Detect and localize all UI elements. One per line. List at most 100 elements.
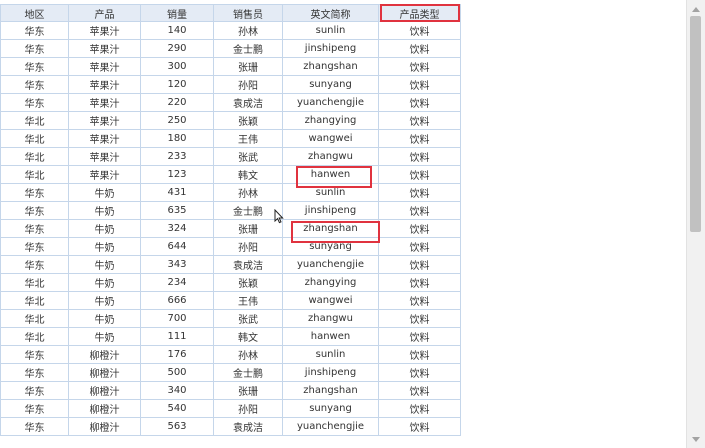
cell-product[interactable]: 柳橙汁 <box>68 417 141 436</box>
cell-region[interactable]: 华北 <box>0 309 69 328</box>
cell-english-name[interactable]: jinshipeng <box>282 363 379 382</box>
cell-region[interactable]: 华北 <box>0 327 69 346</box>
cell-salesperson[interactable]: 韩文 <box>213 165 283 184</box>
cell-sales[interactable]: 290 <box>140 39 214 58</box>
cell-product-type[interactable]: 饮料 <box>378 147 461 166</box>
cell-sales[interactable]: 120 <box>140 75 214 94</box>
cell-region[interactable]: 华东 <box>0 363 69 382</box>
cell-sales[interactable]: 700 <box>140 309 214 328</box>
cell-region[interactable]: 华东 <box>0 183 69 202</box>
cell-region[interactable]: 华东 <box>0 255 69 274</box>
cell-salesperson[interactable]: 王伟 <box>213 129 283 148</box>
cell-region[interactable]: 华东 <box>0 399 69 418</box>
cell-salesperson[interactable]: 张武 <box>213 309 283 328</box>
cell-english-name[interactable]: sunlin <box>282 345 379 364</box>
vertical-scrollbar[interactable] <box>686 0 705 448</box>
cell-product[interactable]: 苹果汁 <box>68 111 141 130</box>
cell-product-type[interactable]: 饮料 <box>378 237 461 256</box>
cell-product-type[interactable]: 饮料 <box>378 255 461 274</box>
cell-product-type[interactable]: 饮料 <box>378 291 461 310</box>
cell-english-name[interactable]: zhangshan <box>282 219 379 238</box>
cell-salesperson[interactable]: 袁成洁 <box>213 417 283 436</box>
cell-region[interactable]: 华东 <box>0 201 69 220</box>
cell-english-name[interactable]: hanwen <box>282 327 379 346</box>
cell-product[interactable]: 柳橙汁 <box>68 345 141 364</box>
cell-salesperson[interactable]: 金士鹏 <box>213 39 283 58</box>
header-salesperson[interactable]: 销售员 <box>213 4 283 22</box>
cell-english-name[interactable]: zhangying <box>282 111 379 130</box>
cell-product-type[interactable]: 饮料 <box>378 111 461 130</box>
cell-sales[interactable]: 180 <box>140 129 214 148</box>
cell-salesperson[interactable]: 张珊 <box>213 219 283 238</box>
cell-product[interactable]: 牛奶 <box>68 255 141 274</box>
cell-product[interactable]: 牛奶 <box>68 291 141 310</box>
cell-english-name[interactable]: zhangying <box>282 273 379 292</box>
cell-region[interactable]: 华北 <box>0 147 69 166</box>
cell-product[interactable]: 苹果汁 <box>68 39 141 58</box>
cell-english-name[interactable]: hanwen <box>282 165 379 184</box>
cell-english-name[interactable]: jinshipeng <box>282 201 379 220</box>
cell-sales[interactable]: 340 <box>140 381 214 400</box>
cell-product-type[interactable]: 饮料 <box>378 399 461 418</box>
cell-english-name[interactable]: jinshipeng <box>282 39 379 58</box>
cell-sales[interactable]: 233 <box>140 147 214 166</box>
cell-product-type[interactable]: 饮料 <box>378 39 461 58</box>
cell-english-name[interactable]: yuanchengjie <box>282 93 379 112</box>
cell-salesperson[interactable]: 金士鹏 <box>213 201 283 220</box>
cell-salesperson[interactable]: 张颖 <box>213 111 283 130</box>
scrollbar-thumb[interactable] <box>690 16 701 232</box>
cell-sales[interactable]: 644 <box>140 237 214 256</box>
cell-product-type[interactable]: 饮料 <box>378 21 461 40</box>
cell-product[interactable]: 苹果汁 <box>68 129 141 148</box>
cell-sales[interactable]: 250 <box>140 111 214 130</box>
cell-product-type[interactable]: 饮料 <box>378 183 461 202</box>
cell-sales[interactable]: 666 <box>140 291 214 310</box>
cell-product[interactable]: 牛奶 <box>68 219 141 238</box>
cell-region[interactable]: 华北 <box>0 165 69 184</box>
cell-region[interactable]: 华东 <box>0 417 69 436</box>
cell-product[interactable]: 牛奶 <box>68 309 141 328</box>
cell-product-type[interactable]: 饮料 <box>378 57 461 76</box>
cell-region[interactable]: 华东 <box>0 93 69 112</box>
cell-product[interactable]: 苹果汁 <box>68 21 141 40</box>
cell-sales[interactable]: 540 <box>140 399 214 418</box>
cell-salesperson[interactable]: 袁成洁 <box>213 93 283 112</box>
cell-english-name[interactable]: yuanchengjie <box>282 417 379 436</box>
cell-sales[interactable]: 563 <box>140 417 214 436</box>
cell-english-name[interactable]: wangwei <box>282 291 379 310</box>
cell-product[interactable]: 苹果汁 <box>68 93 141 112</box>
cell-salesperson[interactable]: 孙林 <box>213 345 283 364</box>
header-english-name[interactable]: 英文简称 <box>282 4 379 22</box>
cell-product[interactable]: 柳橙汁 <box>68 363 141 382</box>
cell-salesperson[interactable]: 张珊 <box>213 381 283 400</box>
cell-product[interactable]: 牛奶 <box>68 201 141 220</box>
cell-product[interactable]: 柳橙汁 <box>68 399 141 418</box>
cell-salesperson[interactable]: 孙林 <box>213 21 283 40</box>
cell-sales[interactable]: 431 <box>140 183 214 202</box>
cell-region[interactable]: 华北 <box>0 111 69 130</box>
cell-english-name[interactable]: zhangwu <box>282 147 379 166</box>
cell-sales[interactable]: 635 <box>140 201 214 220</box>
cell-region[interactable]: 华东 <box>0 21 69 40</box>
cell-region[interactable]: 华东 <box>0 57 69 76</box>
cell-product[interactable]: 苹果汁 <box>68 165 141 184</box>
cell-region[interactable]: 华东 <box>0 75 69 94</box>
header-product-type[interactable]: 产品类型 <box>378 4 461 22</box>
cell-region[interactable]: 华东 <box>0 219 69 238</box>
cell-salesperson[interactable]: 张珊 <box>213 57 283 76</box>
cell-sales[interactable]: 500 <box>140 363 214 382</box>
cell-product-type[interactable]: 饮料 <box>378 417 461 436</box>
cell-salesperson[interactable]: 王伟 <box>213 291 283 310</box>
cell-product-type[interactable]: 饮料 <box>378 273 461 292</box>
cell-english-name[interactable]: sunlin <box>282 183 379 202</box>
cell-region[interactable]: 华北 <box>0 273 69 292</box>
cell-sales[interactable]: 111 <box>140 327 214 346</box>
cell-product-type[interactable]: 饮料 <box>378 201 461 220</box>
header-region[interactable]: 地区 <box>0 4 69 22</box>
cell-sales[interactable]: 234 <box>140 273 214 292</box>
cell-salesperson[interactable]: 张颖 <box>213 273 283 292</box>
cell-product-type[interactable]: 饮料 <box>378 129 461 148</box>
cell-region[interactable]: 华东 <box>0 381 69 400</box>
cell-product-type[interactable]: 饮料 <box>378 309 461 328</box>
cell-salesperson[interactable]: 孙阳 <box>213 237 283 256</box>
